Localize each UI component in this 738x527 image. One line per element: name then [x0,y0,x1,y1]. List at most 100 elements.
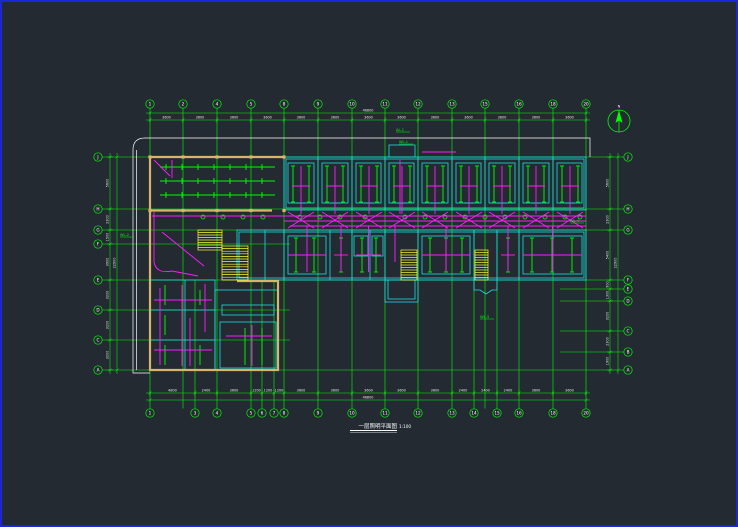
axis-label-top: 16 [516,102,522,107]
axis-label-top: 11 [382,102,388,107]
axis-label-bottom: 7 [273,411,276,416]
dim-top-text: 3600 [464,116,473,120]
dim-top-text: 3600 [498,116,507,120]
axis-label-bottom: 11 [382,411,388,416]
axis-label-left: E [97,278,100,283]
dim-bottom-text: 3600 [331,389,340,393]
axis-grid-lines [102,108,624,409]
dim-top-text: 3600 [230,116,239,120]
entrance-vestibule-inner [387,279,416,300]
dim-right-text: 900 [606,281,610,287]
dim-top-text: 3600 [565,116,574,120]
axis-label-bottom: 10 [349,411,355,416]
annotation-text: AL-1 [396,128,404,132]
annotation-text: WL-2 [120,233,129,237]
axis-label-bottom: 6 [261,411,264,416]
axis-label-bottom: 9 [317,411,320,416]
dim-bottom-text: 3600 [532,389,541,393]
dim-top-text: 3600 [196,116,205,120]
axis-label-left: H [96,207,99,212]
dim-bottom-text: 4800 [168,389,177,393]
wiring-hall [153,159,171,177]
axis-label-top: 5 [250,102,253,107]
axis-label-right: E [627,287,630,292]
site-boundary-line [132,137,591,374]
site-boundary [132,137,591,374]
axis-label-top: 18 [550,102,556,107]
column [215,208,219,213]
lower-left-block [214,289,279,371]
dim-left-text: 2300 [106,215,110,224]
drawing-title-text: 一层照明平面图 [358,422,397,430]
dim-top-total-text: 46800 [363,108,374,112]
dim-bottom-text: 3600 [230,389,239,393]
axis-label-top: 12 [415,102,421,107]
dim-top-text: 3600 [364,116,373,120]
dim-bottom-text: 2400 [202,389,211,393]
axis-label-top: 20 [583,102,589,107]
drawing-scale-text: 1:100 [399,424,411,429]
top-projection-room [388,144,416,158]
drawing-title: 一层照明平面图 1:100 [350,422,411,433]
axis-label-bottom: 13 [449,411,455,416]
axis-label-top: 10 [349,102,355,107]
dim-bottom-text: 3600 [431,389,440,393]
axis-label-right: J [626,155,628,160]
column [148,208,152,213]
dim-left-text: 3200 [106,321,110,330]
axis-label-bottom: 3 [194,411,197,416]
axis-label-top: 8 [283,102,286,107]
axis-label-right: B [627,350,630,355]
axis-label-right: A [627,368,630,373]
axis-label-bottom: 18 [550,411,556,416]
floor-plan-drawing: 3600 3600 3600 3600 3600 3600 3600 3600 3600 3600… [93,99,633,433]
axis-label-bottom: 5 [250,411,253,416]
dim-right-total-text: 22900 [614,258,618,269]
dim-right-text: 5400 [606,251,610,260]
axis-label-bottom: 12 [415,411,421,416]
north-arrow-label: N [618,105,621,109]
dim-bottom-text: 2400 [459,389,468,393]
axis-label-right: C [627,329,630,334]
column [282,208,286,213]
dim-bottom-text: 3600 [565,389,574,393]
office-room [219,321,277,369]
dim-top-text: 3600 [397,116,406,120]
dim-right-text: 2300 [606,337,610,346]
axis-label-left: G [96,228,99,233]
axis-label-top: 15 [482,102,488,107]
dim-right-text: 1900 [606,357,610,366]
interior-walls [149,144,587,371]
axis-label-bottom: 1 [149,411,152,416]
stair-projection [473,280,498,295]
dim-bottom-text: 1200 [275,389,284,393]
dim-right-text: 1300 [606,291,610,300]
dim-bottom-text: 2400 [481,389,490,393]
dim-top-text: 3600 [532,116,541,120]
column [249,155,253,159]
dim-left-text: 5600 [106,179,110,188]
dim-bottom-total-text: 46800 [363,396,374,400]
axis-label-left: J [96,155,98,160]
dim-bottom-text: 2400 [504,389,513,393]
axis-label-top: 13 [449,102,455,107]
dim-top-text: 3600 [162,116,171,120]
axis-label-left: D [96,308,99,313]
column [282,155,286,159]
annotation-text: WL-4 [570,219,580,223]
axis-label-bottom: 8 [283,411,286,416]
column [181,155,185,159]
cad-drawing-canvas[interactable]: 3600 3600 3600 3600 3600 3600 3600 3600 3600 3600… [0,0,738,527]
axis-label-bottom: 16 [516,411,522,416]
axis-label-bottom: 15 [494,411,500,416]
dim-left-text: 3200 [106,351,110,360]
axis-label-right: G [626,228,629,233]
column [148,155,152,159]
axis-label-bottom: 14 [471,411,477,416]
dim-right-text: 3200 [606,312,610,321]
dim-left-text: 3900 [106,258,110,267]
dim-bottom-text: 3600 [364,389,373,393]
north-arrow: N [607,105,631,133]
dim-right-text: 2300 [606,215,610,224]
column [249,208,253,213]
